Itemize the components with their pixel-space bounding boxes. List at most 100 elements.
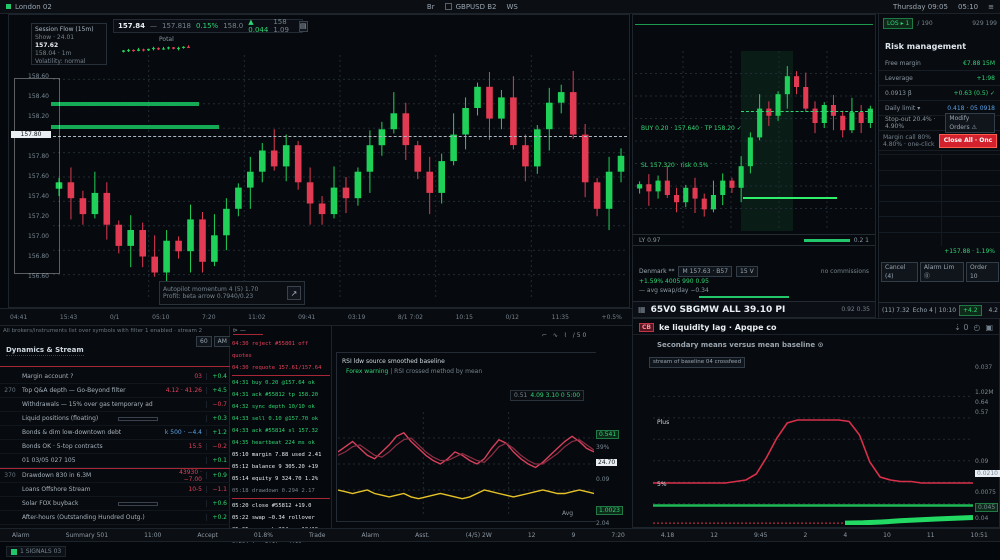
- risk-row[interactable]: Stop-out 20.4% · 4.90%Modify Orders ⚠: [879, 116, 1000, 131]
- axis-value: 2.04: [596, 520, 609, 527]
- filter-chip[interactable]: AM: [214, 336, 231, 347]
- tab-br[interactable]: Br: [427, 3, 435, 11]
- symbol-tab[interactable]: GBPUSD B2: [445, 3, 497, 11]
- statusbar-item[interactable]: 01.8%: [254, 532, 273, 539]
- statusbar-item[interactable]: 10:51: [971, 532, 988, 539]
- log-tab[interactable]: ⊳ —: [233, 327, 263, 335]
- rsi-chart[interactable]: [338, 412, 594, 516]
- table-row[interactable]: 270Top Q&A depth — Go-Beyond filter4.12 …: [0, 384, 230, 398]
- statusbar-item[interactable]: 12: [710, 532, 718, 539]
- expand-note-button[interactable]: ↗: [287, 286, 301, 300]
- session-tab[interactable]: London 02: [6, 3, 52, 11]
- statusbar-item[interactable]: 4: [843, 532, 847, 539]
- statusbar-item[interactable]: (4/5) 2W: [466, 532, 492, 539]
- risk-row[interactable]: Leverage+1:98: [879, 71, 1000, 86]
- statusbar-item[interactable]: 11:00: [144, 532, 161, 539]
- comparison-chart[interactable]: [653, 375, 973, 525]
- signal-icon: [11, 549, 17, 555]
- rsi-chip-green: 4.09 3.10 0 5:00: [530, 392, 580, 399]
- log-line: 04:31 ack #55812 tp 158.20: [232, 389, 330, 401]
- toolbar-sparkline: [121, 44, 191, 53]
- table-row[interactable]: Bonds OK · 5-top contracts15.5−0.2: [0, 440, 230, 454]
- order-chip[interactable]: Cancel (4): [881, 262, 918, 282]
- close-all-button[interactable]: Close All · Onc: [939, 134, 997, 148]
- watchlist-rows: Margin account ?03+0.4270Top Q&A depth —…: [0, 370, 230, 525]
- table-row[interactable]: Loans Offshore Stream10-5−1.1: [0, 483, 230, 497]
- axis-value: 39%: [596, 444, 609, 451]
- statusbar-item[interactable]: 12: [528, 532, 536, 539]
- comparison-subtitle: Secondary means versus mean baseline ⊙: [657, 341, 823, 349]
- close-all-row: Margin call 80% 4.80% · one-click Close …: [879, 131, 1000, 151]
- risk-row[interactable]: Free margin€7.88 15M: [879, 56, 1000, 71]
- subrow-label: LY 0.97: [639, 237, 660, 244]
- statusbar-item[interactable]: 7:20: [611, 532, 624, 539]
- statusbar-item[interactable]: 4.18: [661, 532, 674, 539]
- table-row[interactable]: Liquid positions (floating)+0.3: [0, 412, 230, 426]
- secondary-candle-chart[interactable]: [635, 51, 875, 231]
- table-row[interactable]: 01 03/05 027 105+0.1: [0, 454, 230, 468]
- log-line: 04:33 ack #55814 sl 157.32: [232, 425, 330, 437]
- statusbar-item[interactable]: 10: [883, 532, 891, 539]
- comparison-title: ke liquidity lag · Apqpe co: [659, 323, 777, 332]
- statusbar-item[interactable]: Trade: [309, 532, 325, 539]
- orderbook-button[interactable]: ▤: [299, 21, 308, 32]
- statusbar-item[interactable]: Alarm: [12, 532, 30, 539]
- price-chip[interactable]: M 157.63 · B57: [678, 266, 732, 277]
- statusbar-item[interactable]: Summary 501: [66, 532, 108, 539]
- time-tick: 0/1: [110, 314, 120, 321]
- unrealized-pl: +157.88 · 1.19%: [879, 248, 995, 255]
- statusbar-item[interactable]: Alarm: [361, 532, 379, 539]
- statusbar-item[interactable]: 11: [927, 532, 935, 539]
- main-candle-chart[interactable]: [53, 55, 627, 299]
- volume-chip[interactable]: 15 V: [736, 266, 758, 277]
- filter-chip[interactable]: 60: [196, 336, 212, 347]
- log-line: 04:35 heartbeat 224 ms ok: [232, 437, 330, 449]
- clock-icon[interactable]: ◴: [973, 323, 980, 332]
- time-tick: 05:10: [152, 314, 169, 321]
- footer-left: (11) 7.32: [882, 307, 910, 314]
- baseline-chip[interactable]: stream of baseline 04 crossfeed: [649, 357, 745, 368]
- menu-icon[interactable]: ≡: [988, 3, 994, 11]
- statusbar-item[interactable]: Accept: [197, 532, 217, 539]
- risk-rows: Free margin€7.88 15MLeverage+1:980.0913 …: [879, 56, 1000, 131]
- statusbar-item[interactable]: 9:45: [754, 532, 767, 539]
- download-icon[interactable]: ⇣ 0: [954, 323, 968, 332]
- table-row[interactable]: Solar FOX buyback+0.6: [0, 497, 230, 511]
- table-row[interactable]: After-hours (Outstanding Hundred Outg.)+…: [0, 511, 230, 525]
- time-axis[interactable]: 04:4115:430/105:107:2011:0209:4103:198/1…: [0, 308, 632, 326]
- statusbar-item[interactable]: 2: [803, 532, 807, 539]
- axis-value: 0.04: [975, 515, 988, 522]
- order-chip[interactable]: Alarm Lim ⓪: [920, 262, 964, 282]
- statusbar-item[interactable]: 9: [572, 532, 576, 539]
- rsi-toolbar-icons[interactable]: ⌐ ∿ ⌇ /50: [542, 332, 588, 339]
- axis-value-boxed: 24.70: [596, 459, 617, 466]
- swap-line: — avg swap/day −0.34: [639, 287, 709, 294]
- note-line1: Autopilot momentum 4 (5) 1.70: [163, 286, 283, 293]
- tp-line: [741, 111, 873, 112]
- tab-ws[interactable]: WS: [507, 3, 518, 11]
- buy-annotation: BUY 0.20 · 157.640 · TP 158.20 ✓: [641, 125, 742, 132]
- axis-value: 0.64: [975, 399, 988, 406]
- grid-icon[interactable]: ▦: [638, 305, 646, 314]
- panel-icon[interactable]: ▣: [985, 323, 993, 332]
- time-tick: 10:15: [456, 314, 473, 321]
- time-tick: 03:19: [348, 314, 365, 321]
- prev-price: 157.818: [162, 22, 191, 30]
- time-tick: 15:43: [60, 314, 77, 321]
- note-line2: Profit: beta arrow 0.7940/0.23: [163, 293, 283, 300]
- pl-counter: 929 199: [972, 20, 997, 27]
- bid-price: 157.62: [35, 42, 103, 50]
- table-row[interactable]: Margin account ?03+0.4: [0, 370, 230, 384]
- table-row[interactable]: Bonds & dim low-downtown debtk 500 · −4.…: [0, 426, 230, 440]
- risk-row[interactable]: 0.0913 β+0.63 (0.5) ✓: [879, 86, 1000, 101]
- statusbar-item[interactable]: Asst.: [415, 532, 430, 539]
- signals-badge[interactable]: 1 SIGNALS 03: [6, 546, 66, 557]
- order-chip[interactable]: Order 10: [966, 262, 999, 282]
- pl-badge[interactable]: LOS ▸ 1: [883, 18, 913, 29]
- log-line: 05:10 margin 7.88 used 2.41: [232, 449, 330, 461]
- spark-label: Potal: [159, 36, 174, 43]
- margin-call-label2: 4.80% · one-click: [883, 141, 935, 148]
- table-row[interactable]: Withdrawals — 15% over gas temporary ad−…: [0, 398, 230, 412]
- table-row[interactable]: 370Drawdown 830 in 6.3M43930 · −7.00+0.9: [0, 469, 230, 483]
- signal-text: 1 SIGNALS 03: [20, 548, 61, 555]
